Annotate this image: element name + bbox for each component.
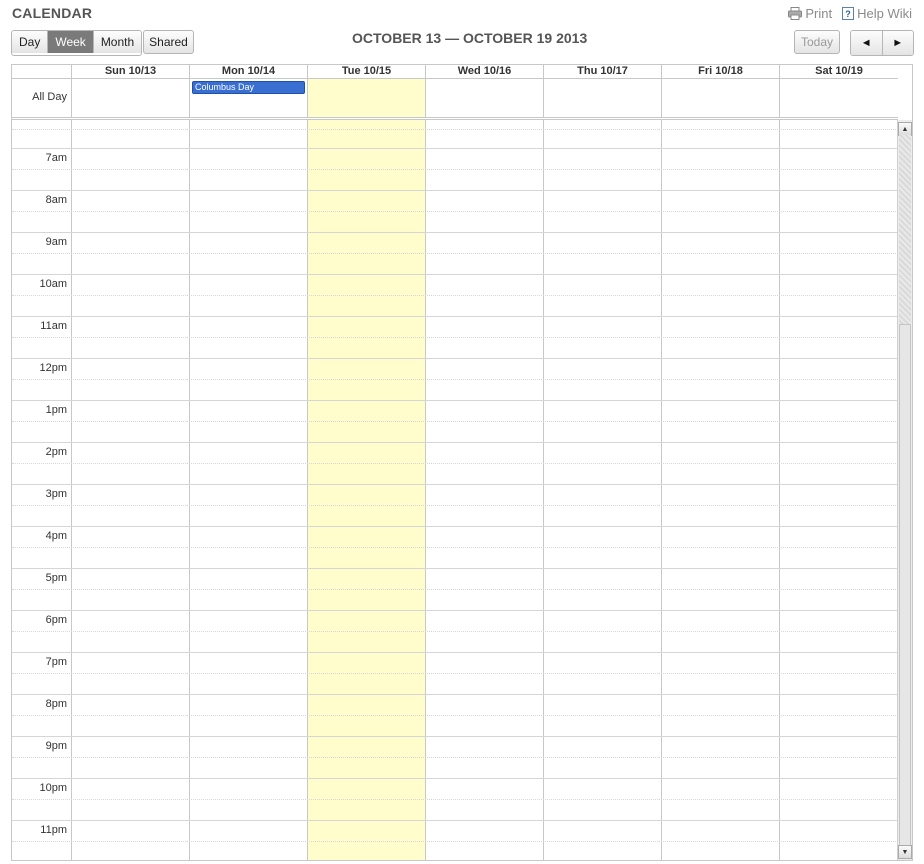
hour-label: 9am: [45, 236, 67, 248]
week-range-title: OCTOBER 13 — OCTOBER 19 2013: [352, 30, 588, 46]
hour-label: 8am: [45, 194, 67, 206]
hour-label: 11pm: [40, 824, 67, 836]
time-grid[interactable]: 7am 8am 9am 10am 11am 12pm 1pm 2pm 3pm 4pm 5pm 6pm 7…: [12, 120, 898, 860]
hour-label: 7am: [45, 152, 67, 164]
scrollbar-thumb[interactable]: [899, 324, 911, 846]
hour-label: 12pm: [39, 362, 67, 374]
all-day-cell[interactable]: Columbus Day: [189, 79, 307, 117]
vertical-scrollbar[interactable]: ▲ ▼: [897, 120, 912, 860]
hour-label: 3pm: [45, 488, 67, 500]
hour-line: [12, 358, 898, 359]
half-hour-line: [12, 463, 898, 464]
today-button[interactable]: Today: [794, 30, 840, 54]
all-day-cell[interactable]: [307, 79, 425, 117]
all-day-cell[interactable]: [425, 79, 543, 117]
hour-label: 9pm: [45, 740, 67, 752]
half-hour-line: [12, 129, 898, 130]
hour-label: 1pm: [45, 404, 67, 416]
top-links: Print ? Help Wiki: [788, 6, 912, 21]
view-week-button[interactable]: Week: [48, 31, 94, 53]
all-day-cell[interactable]: [661, 79, 779, 117]
svg-text:?: ?: [845, 9, 851, 19]
all-day-label: All Day: [32, 91, 67, 103]
all-day-event[interactable]: Columbus Day: [192, 81, 305, 94]
hour-line: [12, 316, 898, 317]
printer-icon: [788, 7, 803, 20]
day-header[interactable]: Tue 10/15: [307, 65, 425, 78]
half-hour-line: [12, 295, 898, 296]
page-title: CALENDAR: [12, 5, 93, 21]
half-hour-line: [12, 547, 898, 548]
hour-line: [12, 694, 898, 695]
all-day-cell[interactable]: [71, 79, 189, 117]
hour-line: [12, 274, 898, 275]
view-day-button[interactable]: Day: [12, 31, 49, 53]
half-hour-line: [12, 421, 898, 422]
view-switcher: Day Week Month: [11, 30, 143, 56]
hour-label: 6pm: [45, 614, 67, 626]
all-day-row: All Day Columbus Day: [12, 79, 898, 120]
help-wiki-link[interactable]: ? Help Wiki: [842, 6, 912, 21]
hour-label: 10pm: [39, 782, 67, 794]
hour-label: 4pm: [45, 530, 67, 542]
hour-line: [12, 232, 898, 233]
week-navigation: ◄ ►: [850, 30, 914, 56]
day-header[interactable]: Thu 10/17: [543, 65, 661, 78]
next-week-button[interactable]: ►: [882, 31, 913, 55]
hour-line: [12, 610, 898, 611]
hour-line: [12, 736, 898, 737]
hour-line: [12, 820, 898, 821]
hour-line: [12, 652, 898, 653]
day-header[interactable]: Wed 10/16: [425, 65, 543, 78]
half-hour-line: [12, 337, 898, 338]
shared-button[interactable]: Shared: [143, 30, 194, 54]
scroll-down-arrow-icon[interactable]: ▼: [898, 845, 912, 859]
half-hour-line: [12, 211, 898, 212]
hour-line: [12, 568, 898, 569]
hour-line: [12, 484, 898, 485]
day-header[interactable]: Fri 10/18: [661, 65, 779, 78]
half-hour-line: [12, 715, 898, 716]
hour-label: 10am: [39, 278, 67, 290]
half-hour-line: [12, 253, 898, 254]
print-link[interactable]: Print: [788, 6, 832, 21]
view-month-button[interactable]: Month: [93, 31, 142, 53]
day-header[interactable]: Sun 10/13: [71, 65, 189, 78]
hour-line: [12, 148, 898, 149]
hour-line: [12, 190, 898, 191]
half-hour-line: [12, 757, 898, 758]
hour-line: [12, 400, 898, 401]
half-hour-line: [12, 379, 898, 380]
print-label: Print: [805, 6, 833, 21]
half-hour-line: [12, 673, 898, 674]
half-hour-line: [12, 505, 898, 506]
half-hour-line: [12, 169, 898, 170]
hour-label: 11am: [40, 320, 67, 332]
day-header-row: Sun 10/13 Mon 10/14 Tue 10/15 Wed 10/16 Thu …: [12, 65, 898, 79]
week-calendar: Sun 10/13 Mon 10/14 Tue 10/15 Wed 10/16 Thu …: [11, 64, 913, 861]
hour-label: 8pm: [45, 698, 67, 710]
day-header[interactable]: Mon 10/14: [189, 65, 307, 78]
half-hour-line: [12, 631, 898, 632]
half-hour-line: [12, 589, 898, 590]
scroll-up-arrow-icon[interactable]: ▲: [898, 122, 912, 136]
half-hour-line: [12, 841, 898, 842]
all-day-cell[interactable]: [543, 79, 661, 117]
hour-label: 7pm: [45, 656, 67, 668]
help-icon: ?: [842, 7, 855, 20]
hour-line: [12, 778, 898, 779]
help-wiki-label: Help Wiki: [857, 6, 912, 21]
day-header[interactable]: Sat 10/19: [779, 65, 898, 78]
hour-line: [12, 526, 898, 527]
hour-label: 2pm: [45, 446, 67, 458]
hour-label: 5pm: [45, 572, 67, 584]
half-hour-line: [12, 799, 898, 800]
prev-week-button[interactable]: ◄: [851, 31, 883, 55]
hour-line: [12, 442, 898, 443]
all-day-cell[interactable]: [779, 79, 898, 117]
header-corner: [12, 65, 71, 78]
